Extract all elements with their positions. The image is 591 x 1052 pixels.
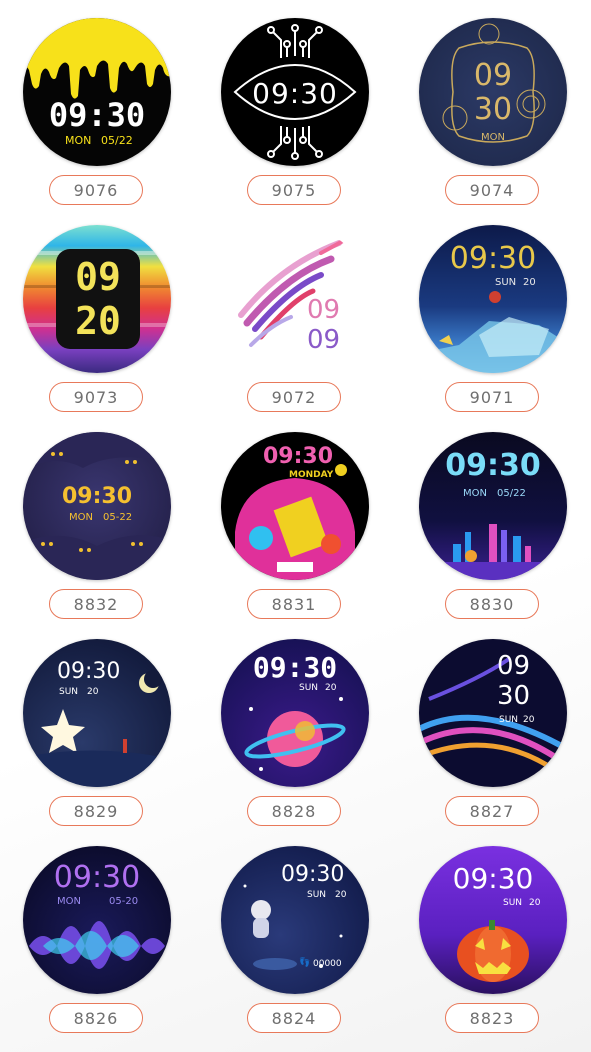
hour-display: 09 — [307, 295, 341, 325]
face-id-button[interactable]: 8831 — [247, 589, 341, 619]
watch-face-preview-8829[interactable]: 09:30 SUN 20 — [23, 639, 171, 787]
day-label: SUN — [299, 683, 319, 693]
time-display: 09:30 — [449, 241, 537, 276]
footsteps-icon: 👣 — [299, 958, 311, 968]
feather-strokes-graphic — [238, 239, 345, 347]
watch-face-preview-8828[interactable]: 09:30 SUN 20 — [221, 639, 369, 787]
watch-face-card[interactable]: 09:30 SUN 20 8829 — [22, 639, 172, 839]
date-label: 05-20 — [109, 896, 139, 907]
watch-face-card[interactable]: 09 20 9073 — [22, 225, 172, 425]
watch-face-card[interactable]: 09 30 MON 9074 — [418, 18, 568, 218]
hour-display: 09 — [473, 58, 513, 93]
face-id-button[interactable]: 9072 — [247, 382, 341, 412]
time-display: 09:30 — [48, 96, 146, 134]
watch-face-card[interactable]: 09:30 SUN 20 9071 — [418, 225, 568, 425]
time-display: 09:30 — [263, 444, 334, 469]
day-label: MON — [481, 132, 505, 143]
date-label: 20 — [325, 683, 337, 693]
day-label: SUN — [503, 898, 523, 908]
day-label: SUN — [499, 715, 519, 725]
face-id-button[interactable]: 8829 — [49, 796, 143, 826]
day-label: MON — [69, 512, 93, 523]
watch-face-card[interactable]: 09:30 SUN 20 8828 — [220, 639, 370, 839]
face-id-button[interactable]: 9074 — [445, 175, 539, 205]
face-id-button[interactable]: 9073 — [49, 382, 143, 412]
face-id-button[interactable]: 8826 — [49, 1003, 143, 1033]
time-display: 09:30 — [445, 448, 541, 483]
day-label: SUN — [307, 890, 327, 900]
minute-display: 09 — [307, 325, 341, 355]
hour-display: 09 — [497, 651, 531, 681]
face-id-button[interactable]: 8827 — [445, 796, 539, 826]
day-label: SUN — [495, 277, 517, 288]
day-label: SUN — [59, 687, 79, 697]
watch-face-card[interactable]: 09:30 MON 05/22 8830 — [418, 432, 568, 632]
time-display: 09:30 — [57, 659, 121, 684]
watch-face-card[interactable]: 09 09 9072 — [220, 225, 370, 425]
face-id-button[interactable]: 8830 — [445, 589, 539, 619]
face-id-button[interactable]: 9076 — [49, 175, 143, 205]
day-label: MONDAY — [289, 470, 334, 480]
watch-face-card[interactable]: 09 30 SUN 20 8827 — [418, 639, 568, 839]
face-id-button[interactable]: 9071 — [445, 382, 539, 412]
face-id-button[interactable]: 9075 — [247, 175, 341, 205]
watch-face-preview-8824[interactable]: 09:30 SUN 20 👣 00000 — [221, 846, 369, 994]
watch-face-preview-8832[interactable]: 09:30 MON 05-22 — [23, 432, 171, 580]
silk-waves-graphic — [419, 657, 567, 781]
date-label: 20 — [523, 277, 536, 288]
watch-face-preview-9071[interactable]: 09:30 SUN 20 — [419, 225, 567, 373]
watch-face-preview-8823[interactable]: 09:30 SUN 20 — [419, 846, 567, 994]
watch-face-preview-8830[interactable]: 09:30 MON 05/22 — [419, 432, 567, 580]
hour-display: 09 — [75, 255, 121, 299]
face-id-button[interactable]: 8823 — [445, 1003, 539, 1033]
watch-face-card[interactable]: 09:30 MON 05/22 9076 — [22, 18, 172, 218]
time-display: 09:30 — [61, 484, 133, 509]
watch-face-grid: 09:30 MON 05/22 9076 09:30 9075 09 30 MO… — [0, 0, 591, 1052]
day-label: MON — [57, 896, 81, 907]
time-display: 09:30 — [281, 862, 345, 887]
time-display: 09:30 — [53, 860, 141, 895]
watch-face-preview-8827[interactable]: 09 30 SUN 20 — [419, 639, 567, 787]
watch-face-preview-9075[interactable]: 09:30 — [221, 18, 369, 166]
watch-face-preview-9072[interactable]: 09 09 — [221, 225, 369, 373]
face-id-button[interactable]: 8824 — [247, 1003, 341, 1033]
watch-face-card[interactable]: 09:30 SUN 20 👣 00000 8824 — [220, 846, 370, 1046]
minute-display: 20 — [75, 299, 121, 343]
time-display: 09:30 — [252, 77, 338, 110]
face-id-button[interactable]: 8828 — [247, 796, 341, 826]
dripping-paint-graphic — [23, 18, 171, 99]
time-display: 09:30 — [252, 651, 338, 684]
date-label: 20 — [87, 687, 99, 697]
watch-face-card[interactable]: 09:30 MON 05-22 8832 — [22, 432, 172, 632]
watch-face-preview-9076[interactable]: 09:30 MON 05/22 — [23, 18, 171, 166]
date-label: 20 — [523, 715, 535, 725]
watch-face-preview-8826[interactable]: 09:30 MON 05-20 — [23, 846, 171, 994]
date-label: 20 — [335, 890, 347, 900]
watch-face-preview-8831[interactable]: 09:30 MONDAY — [221, 432, 369, 580]
face-id-button[interactable]: 8832 — [49, 589, 143, 619]
day-label: MON — [65, 134, 92, 147]
minute-display: 30 — [473, 92, 513, 127]
date-label: 05/22 — [101, 134, 133, 147]
watch-face-card[interactable]: 09:30 9075 — [220, 18, 370, 218]
watch-face-card[interactable]: 09:30 SUN 20 8823 — [418, 846, 568, 1046]
minute-display: 30 — [497, 681, 531, 711]
watch-face-preview-9073[interactable]: 09 20 — [23, 225, 171, 373]
step-count: 00000 — [313, 959, 342, 969]
day-label: MON — [463, 488, 487, 499]
date-label: 05-22 — [103, 512, 133, 523]
date-label: 20 — [529, 898, 541, 908]
date-label: 05/22 — [497, 488, 526, 499]
watch-face-card[interactable]: 09:30 MON 05-20 8826 — [22, 846, 172, 1046]
time-display: 09:30 — [452, 862, 534, 895]
watch-face-card[interactable]: 09:30 MONDAY 8831 — [220, 432, 370, 632]
watch-face-preview-9074[interactable]: 09 30 MON — [419, 18, 567, 166]
